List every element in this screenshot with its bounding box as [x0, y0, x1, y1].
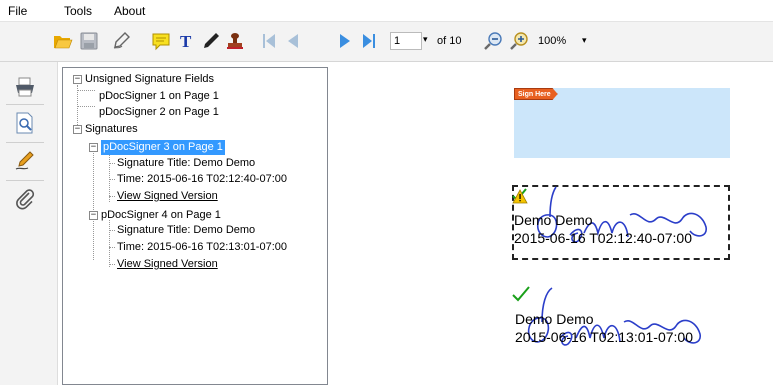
sign-tool-button[interactable]	[110, 30, 132, 52]
side-divider	[6, 104, 44, 105]
pencil-icon	[204, 33, 219, 48]
print-button[interactable]	[12, 74, 38, 100]
menu-bar: File Tools About	[0, 0, 773, 22]
signature-2-date: 2015-06-16 T02:13:01-07:00	[515, 329, 693, 345]
tree-node-signature-time: Time: 2015-06-16 T02:12:40-07:00	[117, 173, 288, 185]
zoom-level-select[interactable]: 100%	[538, 35, 566, 47]
pen-nib-icon	[113, 32, 130, 49]
tree-node-unsigned-field[interactable]: pDocSigner 2 on Page 1	[99, 105, 219, 120]
tree-node-unsigned-fields[interactable]: Unsigned Signature Fields	[85, 72, 214, 87]
tree-connector	[109, 247, 115, 248]
tree-connector	[109, 154, 110, 202]
save-icon	[80, 32, 98, 50]
tree-connector	[109, 230, 115, 231]
menu-file[interactable]: File	[8, 4, 27, 18]
zoom-dropdown-arrow-icon[interactable]: ▾	[582, 35, 587, 46]
page-number-input[interactable]: 1	[390, 32, 422, 50]
text-icon: T	[180, 32, 192, 51]
first-page-icon	[263, 34, 275, 48]
side-toolbar	[0, 62, 58, 385]
previous-page-button[interactable]	[282, 30, 304, 52]
tree-connector	[109, 163, 115, 164]
stamp-icon	[227, 33, 243, 49]
last-page-button[interactable]	[358, 30, 380, 52]
tree-node-signature[interactable]: pDocSigner 4 on Page 1	[101, 208, 221, 223]
attachments-button[interactable]	[12, 186, 38, 212]
collapse-toggle-icon[interactable]: −	[73, 75, 82, 84]
last-page-icon	[363, 34, 375, 48]
page-search-icon	[16, 112, 33, 134]
collapse-toggle-icon[interactable]: −	[89, 211, 98, 220]
signature-1-name: Demo Demo	[514, 212, 593, 228]
next-page-icon	[340, 34, 350, 48]
next-page-button[interactable]	[334, 30, 356, 52]
signature-panel-button[interactable]	[12, 148, 38, 174]
tree-node-signatures[interactable]: Signatures	[85, 122, 138, 137]
collapse-toggle-icon[interactable]: −	[89, 143, 98, 152]
svg-text:T: T	[180, 32, 192, 51]
page-dropdown-arrow-icon[interactable]: ▾	[423, 34, 428, 45]
sign-here-tag[interactable]: Sign Here	[514, 88, 558, 100]
printer-icon	[16, 77, 34, 97]
find-button[interactable]	[12, 110, 38, 136]
tree-connector	[93, 148, 94, 260]
side-divider	[6, 142, 44, 143]
tree-connector	[109, 220, 110, 267]
folder-open-icon	[54, 36, 73, 49]
zoom-out-button[interactable]	[482, 30, 504, 52]
signature-2-name: Demo Demo	[515, 311, 594, 327]
signature-1-date: 2015-06-16 T02:12:40-07:00	[514, 230, 692, 246]
tree-node-signature-title: Signature Title: Demo Demo	[117, 157, 256, 169]
text-tool-button[interactable]: T	[176, 30, 198, 52]
page-count-label: of 10	[437, 35, 462, 47]
zoom-in-button[interactable]	[508, 30, 530, 52]
signature-tree: − Unsigned Signature Fields pDocSigner 1…	[62, 67, 328, 385]
view-signed-version-link[interactable]: View Signed Version	[117, 257, 218, 272]
tree-connector	[109, 179, 115, 180]
open-folder-button[interactable]	[52, 30, 74, 52]
side-divider	[6, 180, 44, 181]
view-signed-version-link[interactable]: View Signed Version	[117, 189, 218, 204]
comment-button[interactable]	[150, 30, 172, 52]
draw-tool-button[interactable]	[200, 30, 222, 52]
paperclip-icon	[16, 189, 35, 210]
tree-connector	[77, 106, 95, 107]
stamp-button[interactable]	[224, 30, 246, 52]
menu-tools[interactable]: Tools	[64, 4, 92, 18]
zoom-in-icon	[510, 32, 528, 50]
tree-node-signature-title: Signature Title: Demo Demo	[117, 224, 256, 236]
tree-connector	[109, 196, 115, 197]
signature-pen-icon	[15, 151, 34, 170]
first-page-button[interactable]	[258, 30, 280, 52]
collapse-toggle-icon[interactable]: −	[73, 125, 82, 134]
tree-node-signature-selected[interactable]: pDocSigner 3 on Page 1	[101, 140, 225, 155]
toolbar: T 1 ▾ of 10 100% ▾	[0, 22, 773, 62]
save-button[interactable]	[78, 30, 100, 52]
tree-node-signature-time: Time: 2015-06-16 T02:13:01-07:00	[117, 241, 288, 253]
previous-page-icon	[288, 34, 298, 48]
zoom-out-icon	[484, 32, 502, 50]
tree-connector	[109, 264, 115, 265]
comment-icon	[152, 33, 170, 51]
tree-connector	[77, 90, 95, 91]
menu-about[interactable]: About	[114, 4, 145, 18]
tree-node-unsigned-field[interactable]: pDocSigner 1 on Page 1	[99, 89, 219, 104]
